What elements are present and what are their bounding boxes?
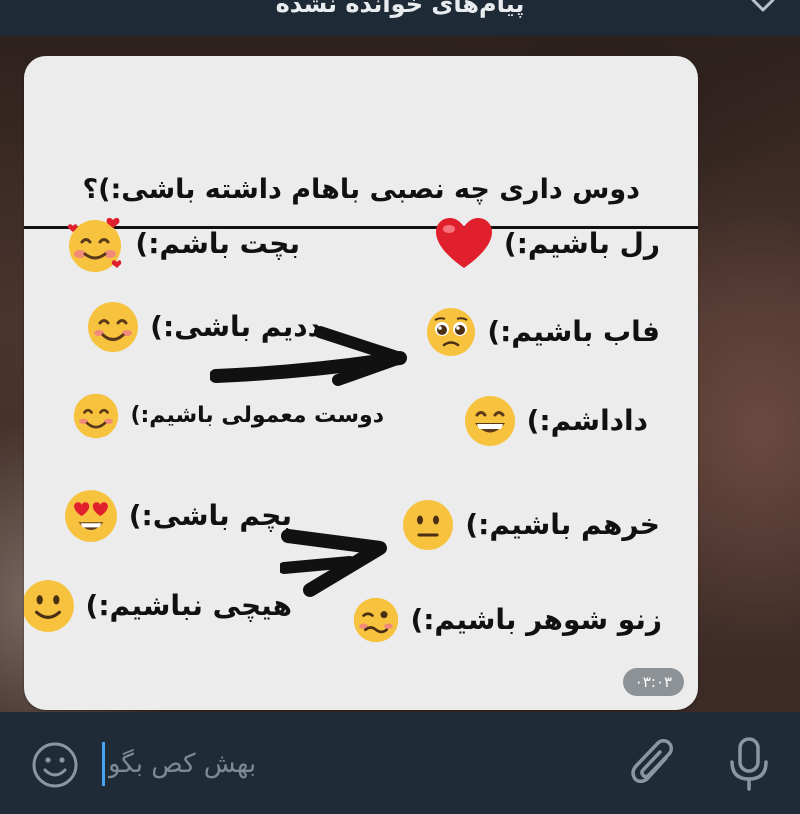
option-item: بچم باشی:) [63,488,292,544]
option-label: رل باشیم:) [503,227,660,260]
unread-messages-bar: پیام‌های خوانده نشده [0,0,800,36]
option-item: فاب باشیم:) [425,306,660,358]
option-label: بچم باشی:) [128,499,292,532]
message-time-badge: ۰۳:۰۳ [622,668,684,696]
option-item: بچت باشم:) [65,214,300,274]
option-item: دوست معمولی باشیم:) [72,392,384,440]
smiling-face-emoji [74,393,119,439]
grinning-face-emoji [464,396,515,446]
option-item: رل باشیم:) [434,216,660,272]
option-label: بچت باشم:) [135,227,300,260]
message-input[interactable] [108,742,608,786]
smiling-face-emoji [88,302,139,352]
photo-message-bubble[interactable]: دوس داری چه نصبی باهام داشته باشی:)؟ رل … [24,56,698,710]
option-item: زنو شوهر باشیم:) [352,596,662,644]
microphone-icon[interactable] [727,736,771,792]
option-label: داداشم:) [526,404,648,437]
unread-messages-label: پیام‌های خوانده نشده [275,0,525,18]
heart-eyes-emoji [64,490,117,542]
text-caret [102,742,105,786]
smiling-face-with-hearts-emoji [68,217,122,272]
emoji-icon[interactable] [30,740,80,790]
option-label: فاب باشیم:) [487,315,660,348]
option-label: زنو شوهر باشیم:) [410,603,662,636]
red-heart-emoji [435,218,492,268]
neutral-face-emoji [403,500,454,550]
image-title: دوس داری چه نصبی باهام داشته باشی:)؟ [82,174,640,205]
hand-drawn-arrow [280,529,387,597]
option-item: هیچی نباشیم:) [24,578,292,634]
hand-drawn-arrow [210,326,407,386]
option-item: خرهم باشیم:) [401,498,660,552]
option-label: هیچی نباشیم:) [85,589,292,622]
option-label: خرهم باشیم:) [465,508,660,541]
option-label: دوست معمولی باشیم:) [130,403,384,428]
slightly-smiling-face-emoji [24,580,74,632]
paperclip-icon[interactable] [628,738,678,792]
chevron-down-icon[interactable] [750,0,776,18]
option-item: داداشم:) [463,394,648,448]
pleading-face-emoji [427,308,476,356]
